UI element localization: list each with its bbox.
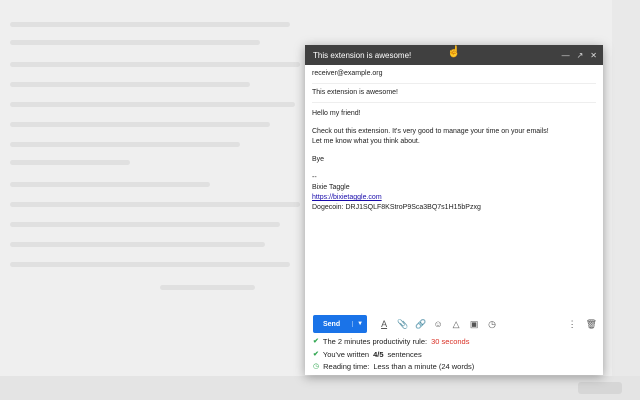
blurred-line bbox=[160, 285, 255, 290]
blurred-line bbox=[10, 82, 250, 87]
signature: -- Bixie Taggle https://bixietaggle.com … bbox=[312, 173, 596, 213]
blurred-line bbox=[10, 202, 300, 207]
minimize-icon[interactable]: — bbox=[562, 51, 570, 60]
compose-title: This extension is awesome! bbox=[313, 50, 412, 60]
format-tools: A 📎 🔗 ☺ △ ▣ ◷ bbox=[379, 319, 497, 330]
bottom-bar bbox=[0, 376, 640, 400]
blurred-line bbox=[10, 102, 295, 107]
hand-cursor-icon: ☝ bbox=[447, 46, 461, 58]
stat-label: The 2 minutes productivity rule: bbox=[322, 337, 428, 346]
stat-value: 30 seconds bbox=[431, 337, 470, 346]
check-icon: ✔ bbox=[313, 350, 319, 358]
compose-window: This extension is awesome! — ↗ ✕ receive… bbox=[305, 45, 603, 375]
send-button-group: Send ▼ bbox=[313, 315, 368, 333]
signature-link[interactable]: https://bixietaggle.com bbox=[312, 194, 382, 201]
check-icon: ✔ bbox=[313, 338, 319, 345]
send-button[interactable]: Send bbox=[313, 321, 352, 328]
bottom-button bbox=[578, 382, 622, 394]
stat-productivity-rule: ✔ The 2 minutes productivity rule: 30 se… bbox=[313, 336, 474, 349]
close-icon[interactable]: ✕ bbox=[590, 51, 597, 60]
message-body[interactable]: Hello my friend! Check out this extensio… bbox=[305, 103, 603, 213]
clock-icon: ◷ bbox=[313, 363, 320, 370]
more-tools: ⋮ 🗑 bbox=[568, 319, 597, 330]
link-icon[interactable]: 🔗 bbox=[415, 319, 426, 330]
body-line-1: Check out this extension. It's very good… bbox=[312, 128, 549, 135]
blurred-line bbox=[10, 22, 290, 27]
blurred-line bbox=[10, 182, 210, 187]
text-format-icon[interactable]: A bbox=[379, 319, 389, 330]
to-field[interactable]: receiver@example.org bbox=[312, 65, 596, 84]
blurred-line bbox=[10, 122, 270, 127]
send-options-icon[interactable]: ▼ bbox=[352, 321, 367, 327]
blurred-line bbox=[10, 160, 130, 165]
blurred-line bbox=[10, 242, 265, 247]
stat-reading-time: ◷ Reading time: Less than a minute (24 w… bbox=[313, 361, 474, 374]
body-greeting: Hello my friend! bbox=[312, 110, 361, 117]
body-paragraph: Check out this extension. It's very good… bbox=[312, 127, 596, 147]
body-closing: Bye bbox=[312, 156, 325, 163]
confidential-icon[interactable]: ◷ bbox=[487, 319, 497, 330]
signature-name: Bixie Taggle bbox=[312, 184, 350, 191]
stat-label: sentences bbox=[387, 349, 422, 359]
trash-icon[interactable]: 🗑 bbox=[586, 319, 597, 330]
stat-label: Reading time: bbox=[323, 362, 370, 371]
emoji-icon[interactable]: ☺ bbox=[433, 319, 443, 330]
more-options-icon[interactable]: ⋮ bbox=[568, 319, 577, 330]
stat-label: You've written bbox=[322, 349, 370, 359]
photo-icon[interactable]: ▣ bbox=[469, 319, 479, 330]
side-rail bbox=[612, 0, 640, 376]
drive-icon[interactable]: △ bbox=[451, 319, 461, 330]
blurred-line bbox=[10, 142, 240, 147]
attach-icon[interactable]: 📎 bbox=[397, 319, 408, 330]
stat-value: Less than a minute (24 words) bbox=[373, 362, 475, 371]
blurred-line bbox=[10, 262, 290, 267]
stat-sentences: ✔ You've written 4/5 sentences bbox=[313, 349, 474, 362]
blurred-line bbox=[10, 222, 280, 227]
blurred-line bbox=[10, 40, 260, 45]
signature-dogecoin: Dogecoin: DRJ1SQLF8KStroP9Sca3BQ7s1H15bP… bbox=[312, 204, 481, 211]
window-controls: — ↗ ✕ bbox=[562, 51, 597, 60]
productivity-stats: ✔ The 2 minutes productivity rule: 30 se… bbox=[313, 336, 474, 374]
body-line-2: Let me know what you think about. bbox=[312, 138, 420, 145]
subject-field[interactable]: This extension is awesome! bbox=[312, 84, 596, 103]
compose-toolbar: Send ▼ A 📎 🔗 ☺ △ ▣ ◷ ⋮ 🗑 bbox=[313, 315, 597, 333]
expand-icon[interactable]: ↗ bbox=[577, 51, 584, 60]
signature-dash: -- bbox=[312, 174, 317, 181]
blurred-line bbox=[10, 62, 300, 67]
stat-value: 4/5 bbox=[373, 349, 384, 359]
